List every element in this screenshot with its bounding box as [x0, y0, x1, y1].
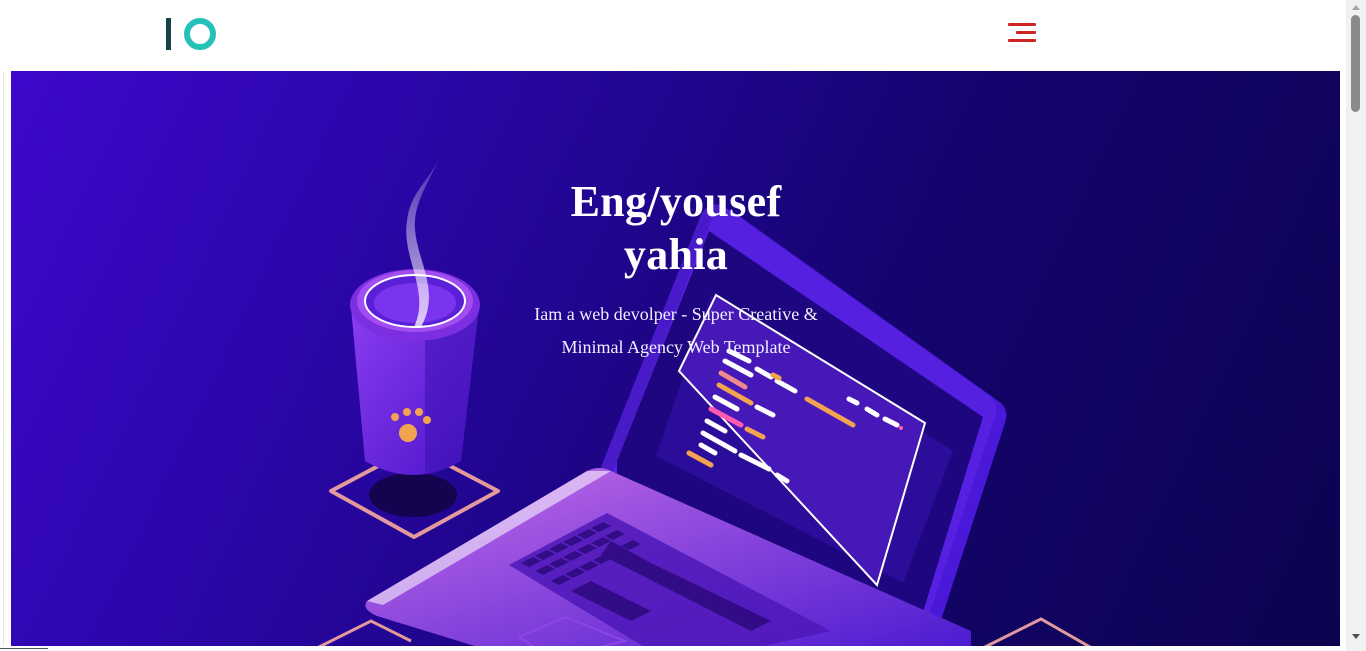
scroll-thumb[interactable] [1351, 15, 1360, 112]
hamburger-menu-icon [1008, 39, 1036, 42]
scroll-up-arrow-icon[interactable] [1352, 5, 1360, 10]
cup-shadow [369, 473, 457, 517]
menu-toggle-button[interactable] [1006, 20, 1038, 46]
hero-title: Eng/yousef yahia [523, 175, 829, 281]
horizontal-scrollbar-area [0, 646, 1346, 651]
logo-ring-icon [184, 18, 216, 50]
hero-subtitle-line1: Iam a web devolper - Super Creative & [534, 304, 818, 324]
hero-text-block: Eng/yousef yahia Iam a web devolper - Su… [523, 175, 829, 364]
window-border [3, 0, 4, 651]
site-header [0, 0, 1346, 71]
hero-section: Eng/yousef yahia Iam a web devolper - Su… [11, 71, 1340, 651]
hamburger-menu-icon [1008, 23, 1036, 26]
hamburger-menu-icon [1016, 31, 1036, 34]
logo-bar-icon [166, 18, 171, 50]
vertical-scrollbar[interactable] [1346, 0, 1366, 651]
hero-title-line1: Eng/yousef [570, 177, 782, 226]
scroll-down-arrow-icon[interactable] [1352, 634, 1360, 639]
hero-title-line2: yahia [623, 230, 729, 279]
site-logo[interactable] [166, 18, 218, 52]
horizontal-scroll-line [0, 648, 48, 649]
page: Eng/yousef yahia Iam a web devolper - Su… [0, 0, 1366, 651]
hero-subtitle-line2: Minimal Agency Web Template [561, 337, 791, 357]
hero-subtitle: Iam a web devolper - Super Creative & Mi… [523, 298, 829, 364]
